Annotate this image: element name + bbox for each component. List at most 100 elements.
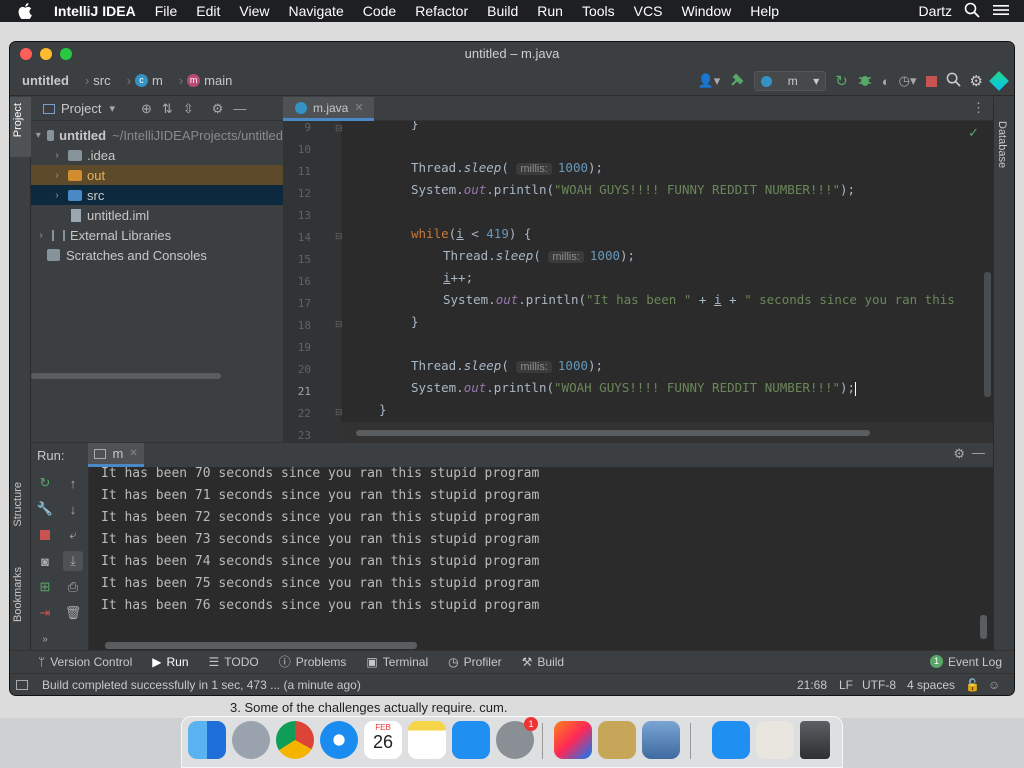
structure-tool-tab[interactable]: Structure <box>12 482 24 527</box>
code-editor[interactable]: m.java ✕ ⋮ 9 10 11 12 13 14 15 16 17 18 … <box>283 97 993 444</box>
debug-bug-icon[interactable] <box>857 72 873 91</box>
menu-code[interactable]: Code <box>363 3 396 19</box>
breadcrumb-project[interactable]: untitled <box>22 73 69 88</box>
tool-run[interactable]: ▶ Run <box>152 655 188 669</box>
jetbrains-toolbox-icon[interactable] <box>989 71 1009 91</box>
breadcrumb-class[interactable]: › c m <box>121 73 163 88</box>
project-view-select[interactable]: Project <box>61 101 101 116</box>
console-output[interactable]: It has been 70 seconds since you ran thi… <box>101 466 981 627</box>
scroll-to-end-icon[interactable]: ⤓ <box>63 551 83 571</box>
zoom-window-button[interactable] <box>60 48 72 60</box>
toggle-tool-windows-icon[interactable] <box>16 679 28 690</box>
tool-build[interactable]: ⚒ Build <box>522 655 564 669</box>
launchpad-icon[interactable] <box>232 721 270 759</box>
add-user-icon[interactable]: 👤▾ <box>698 73 721 89</box>
menu-file[interactable]: File <box>155 3 178 19</box>
tree-item-external-libraries[interactable]: › External Libraries <box>31 225 283 245</box>
run-configuration-select[interactable]: m ▾ <box>754 71 827 91</box>
tool-todo[interactable]: ☰ TODO <box>209 655 259 669</box>
chevron-right-icon[interactable]: › <box>51 190 63 201</box>
menu-build[interactable]: Build <box>487 3 518 19</box>
file-encoding[interactable]: UTF-8 <box>862 678 896 692</box>
close-window-button[interactable] <box>20 48 32 60</box>
chevron-down-icon[interactable]: ▾ <box>109 102 115 115</box>
trash-icon[interactable] <box>800 721 830 759</box>
soft-wrap-icon[interactable]: ⤶ <box>63 525 83 545</box>
menu-tools[interactable]: Tools <box>582 3 615 19</box>
notes-icon[interactable] <box>408 721 446 759</box>
tool-version-control[interactable]: ᛘ Version Control <box>38 655 132 669</box>
system-preferences-icon[interactable]: 1 <box>496 717 538 759</box>
user-name[interactable]: Dartz <box>919 3 952 19</box>
tree-item-scratches[interactable]: Scratches and Consoles <box>31 245 283 265</box>
camera-snapshot-icon[interactable]: ◙ <box>35 551 55 571</box>
tree-item-iml[interactable]: untitled.iml <box>31 205 283 225</box>
tab-m-java[interactable]: m.java ✕ <box>283 97 374 121</box>
exit-icon[interactable]: ⇥ <box>35 603 55 623</box>
breadcrumb-src[interactable]: › src <box>79 73 111 88</box>
menu-help[interactable]: Help <box>750 3 779 19</box>
status-message[interactable]: Build completed successfully in 1 sec, 4… <box>42 678 361 692</box>
finder-icon[interactable] <box>188 721 226 759</box>
print-icon[interactable]: ⎙ <box>63 577 83 597</box>
code-area[interactable]: } Thread.sleep( millis: 1000); System.out… <box>341 121 993 442</box>
hide-panel-icon[interactable]: — <box>233 101 246 116</box>
restore-layout-icon[interactable]: ⊞ <box>35 577 55 597</box>
app-menu[interactable]: IntelliJ IDEA <box>54 3 136 19</box>
spotlight-search-icon[interactable] <box>964 2 980 21</box>
build-hammer-icon[interactable] <box>729 72 745 91</box>
line-separator[interactable]: LF <box>839 678 853 692</box>
hide-run-panel-icon[interactable]: — <box>972 445 985 460</box>
chrome-icon[interactable] <box>276 721 314 759</box>
scroll-up-arrow-icon[interactable]: ↑ <box>63 473 83 493</box>
chevron-right-icon[interactable]: › <box>35 230 47 241</box>
app-store-folder-icon[interactable] <box>712 721 750 759</box>
profiler-icon[interactable]: ◷▾ <box>899 73 917 89</box>
calendar-icon[interactable]: FEB 26 <box>364 721 402 759</box>
breadcrumb-method[interactable]: › m main <box>173 73 233 88</box>
more-chevron-icon[interactable]: » <box>35 629 55 649</box>
stop-icon[interactable] <box>35 525 55 545</box>
menu-run[interactable]: Run <box>537 3 563 19</box>
editor-horizontal-scrollbar[interactable] <box>356 430 870 436</box>
no-problems-check-icon[interactable]: ✓ <box>968 125 979 141</box>
project-horizontal-scrollbar[interactable] <box>31 373 221 379</box>
cursor-position[interactable]: 21:68 <box>797 678 827 692</box>
preview-icon[interactable] <box>642 721 680 759</box>
chevron-right-icon[interactable]: › <box>51 170 63 181</box>
rerun-icon[interactable]: ↻ <box>35 473 55 493</box>
tool-problems[interactable]: ⓘ Problems <box>279 653 347 670</box>
coverage-shield-icon[interactable]: ◐ <box>882 74 890 89</box>
console-horizontal-scrollbar[interactable] <box>105 642 417 649</box>
app-store-icon[interactable] <box>452 721 490 759</box>
options-gear-icon[interactable]: ⚙ <box>212 101 224 117</box>
locate-target-icon[interactable]: ⊕ <box>141 101 152 117</box>
console-vertical-scrollbar[interactable] <box>980 615 987 639</box>
menu-window[interactable]: Window <box>681 3 731 19</box>
project-tool-tab[interactable]: Project <box>10 97 31 157</box>
close-tab-icon[interactable]: ✕ <box>129 448 137 459</box>
documents-folder-icon[interactable] <box>756 721 794 759</box>
menu-view[interactable]: View <box>239 3 269 19</box>
search-everywhere-icon[interactable] <box>946 72 961 90</box>
menu-edit[interactable]: Edit <box>196 3 220 19</box>
chevron-right-icon[interactable]: › <box>51 150 63 161</box>
chevron-down-icon[interactable]: ▾ <box>35 130 42 141</box>
tree-item-untitled[interactable]: ▾ untitled ~/IntelliJIDEAProjects/untitl… <box>31 125 283 145</box>
keychain-icon[interactable] <box>598 721 636 759</box>
trash-clear-icon[interactable]: 🗑 <box>63 603 83 623</box>
tool-event-log[interactable]: 1 Event Log <box>929 655 1002 669</box>
run-settings-gear-icon[interactable]: ⚙ <box>953 446 965 462</box>
tree-item-idea[interactable]: › .idea <box>31 145 283 165</box>
tool-profiler[interactable]: ◷ Profiler <box>448 655 502 669</box>
apple-logo-icon[interactable] <box>18 1 38 21</box>
stop-icon[interactable] <box>925 75 937 87</box>
wrench-icon[interactable]: 🔧 <box>35 499 55 519</box>
lock-icon[interactable]: 🔓 <box>965 678 980 692</box>
tree-item-src[interactable]: › src <box>31 185 283 205</box>
menu-vcs[interactable]: VCS <box>634 3 663 19</box>
tool-terminal[interactable]: ▣ Terminal <box>366 655 428 669</box>
tree-item-out[interactable]: › out <box>31 165 283 185</box>
menu-navigate[interactable]: Navigate <box>288 3 343 19</box>
bookmarks-tool-tab[interactable]: Bookmarks <box>12 567 24 622</box>
